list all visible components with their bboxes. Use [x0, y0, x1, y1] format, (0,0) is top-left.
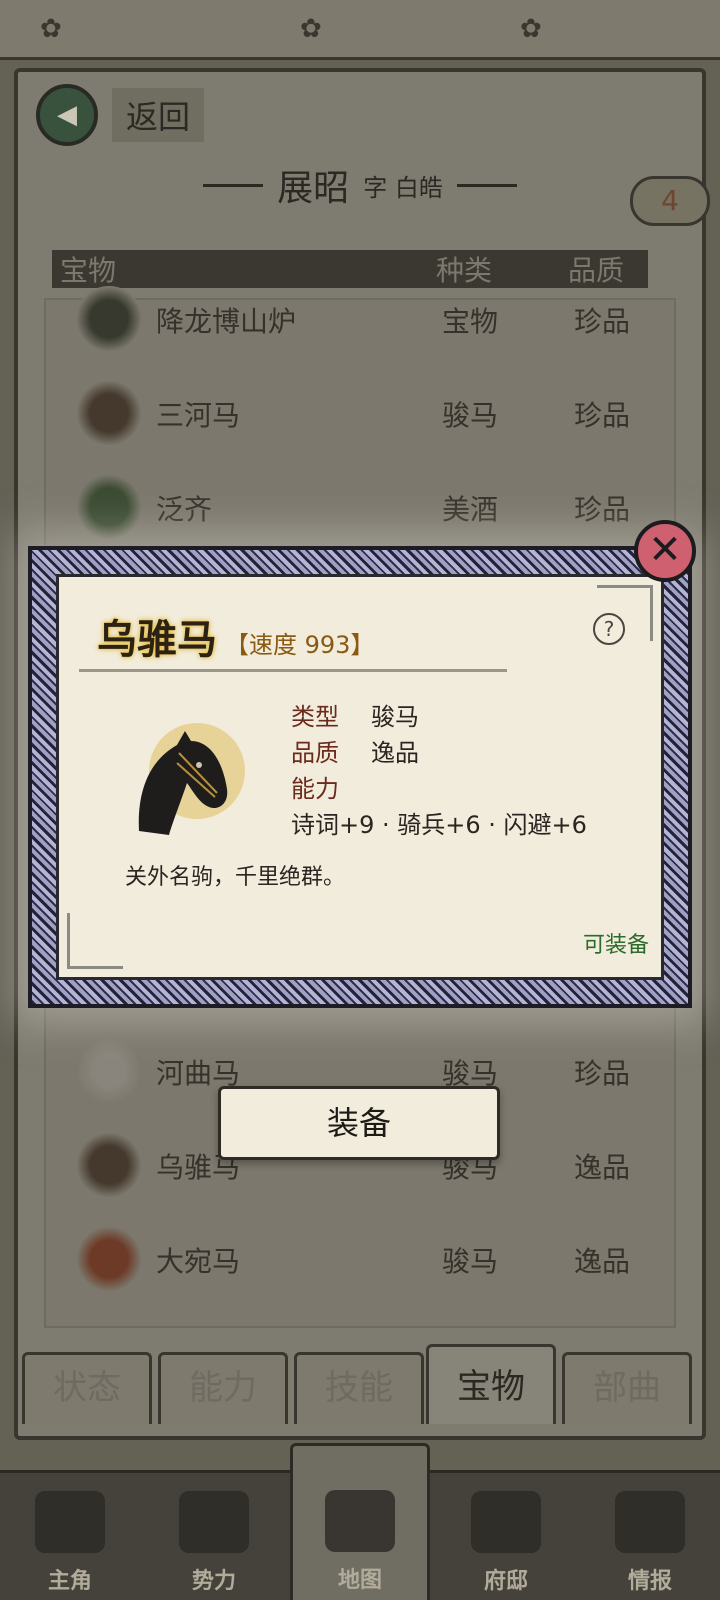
prop-value: 骏马 [371, 703, 419, 731]
prop-label: 能力 [291, 775, 339, 803]
corner-ornament [67, 913, 123, 969]
speed-tag: 【速度 993】 [225, 631, 375, 659]
prop-ability: 能力 [291, 769, 419, 805]
title-divider [79, 669, 507, 672]
prop-quality: 品质 逸品 [291, 733, 419, 769]
prop-label: 品质 [291, 739, 339, 767]
ability-value: 诗词+9 · 骑兵+6 · 闪避+6 [291, 811, 587, 839]
item-properties: 类型 骏马 品质 逸品 能力 [291, 697, 419, 805]
horse-portrait-icon [138, 723, 245, 835]
close-icon: ✕ [648, 527, 682, 573]
prop-label: 类型 [291, 703, 339, 731]
question-icon[interactable]: ? [593, 613, 625, 645]
dialog-title: 乌骓马 【速度 993】 [97, 607, 374, 665]
item-description: 关外名驹，千里绝群。 [125, 865, 346, 890]
item-title: 乌骓马 [97, 617, 217, 663]
close-button[interactable]: ✕ [634, 520, 696, 582]
item-detail-dialog: 乌骓马 【速度 993】 ? 类型 骏马 品质 逸品 能力 诗词+9 · 骑兵+… [28, 546, 692, 1008]
equippable-status: 可装备 [582, 933, 649, 958]
equip-button[interactable]: 装备 [218, 1086, 500, 1160]
prop-type: 类型 骏马 [291, 697, 419, 733]
prop-value: 逸品 [371, 739, 419, 767]
dialog-body: 乌骓马 【速度 993】 ? 类型 骏马 品质 逸品 能力 诗词+9 · 骑兵+… [56, 574, 664, 980]
